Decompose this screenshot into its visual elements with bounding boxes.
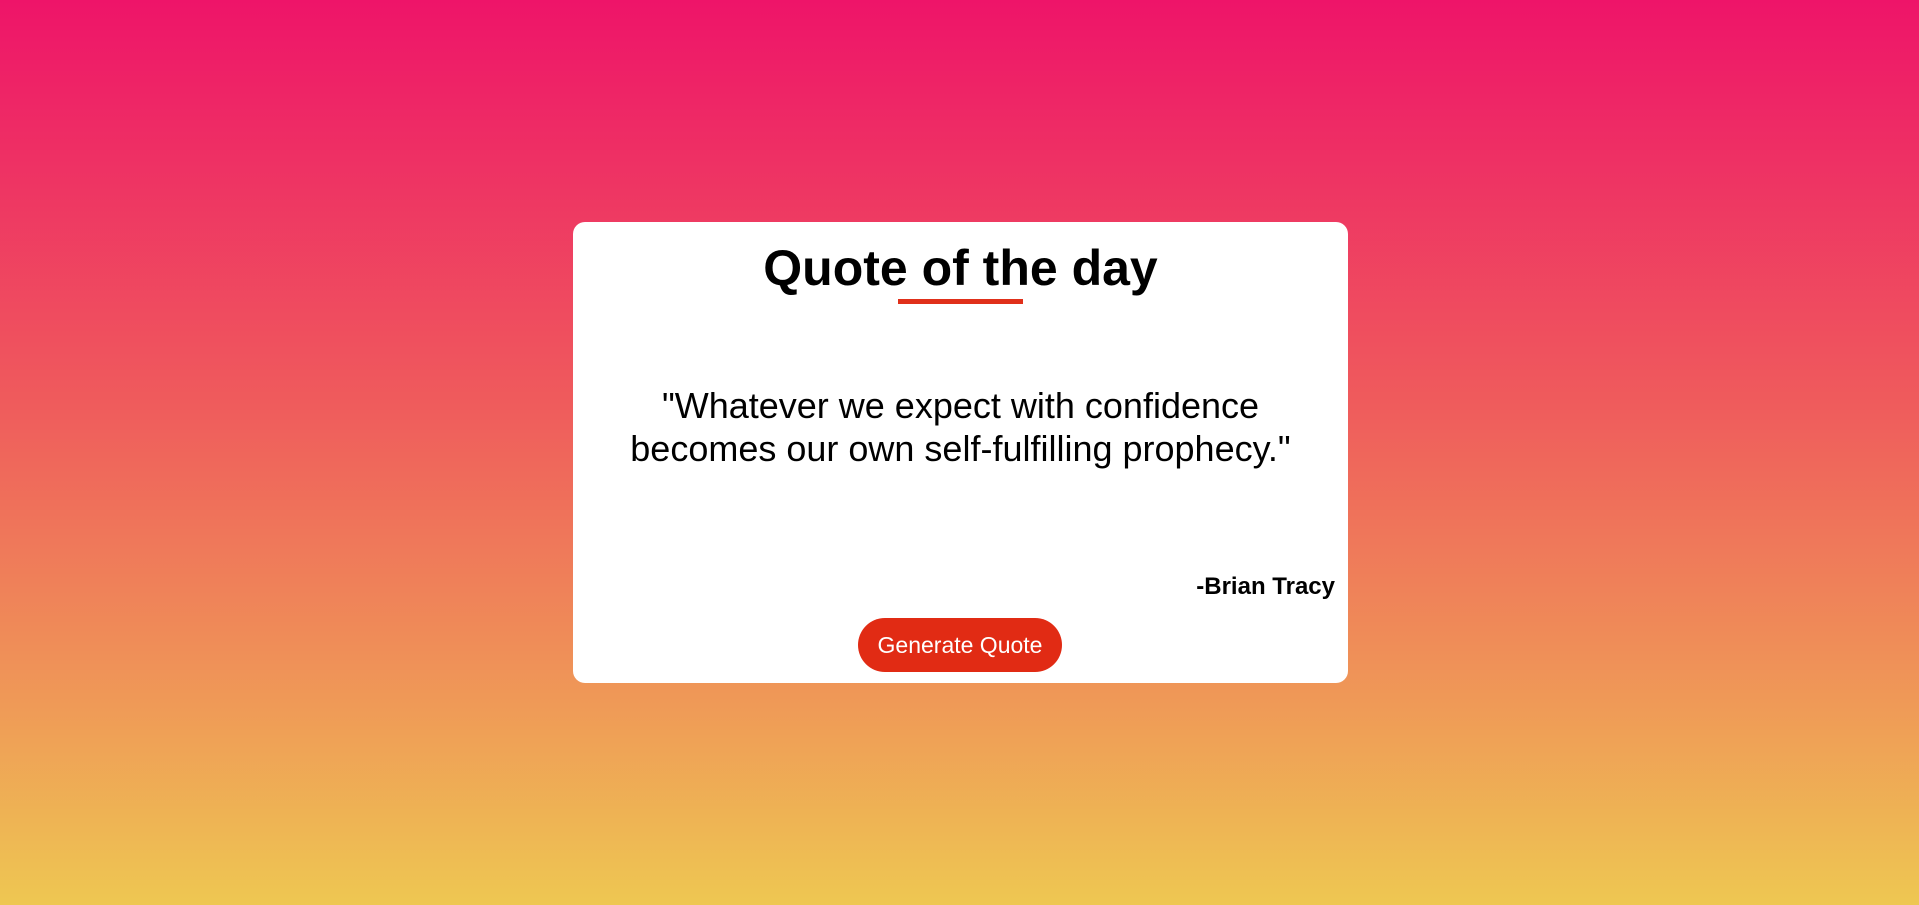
page-title: Quote of the day	[763, 240, 1158, 296]
quote-card: Quote of the day "Whatever we expect wit…	[573, 222, 1348, 683]
quote-author: -Brian Tracy	[1196, 573, 1335, 600]
title-underline	[898, 299, 1023, 304]
generate-quote-button[interactable]: Generate Quote	[858, 618, 1062, 672]
quote-text: "Whatever we expect with confidence beco…	[630, 385, 1291, 469]
